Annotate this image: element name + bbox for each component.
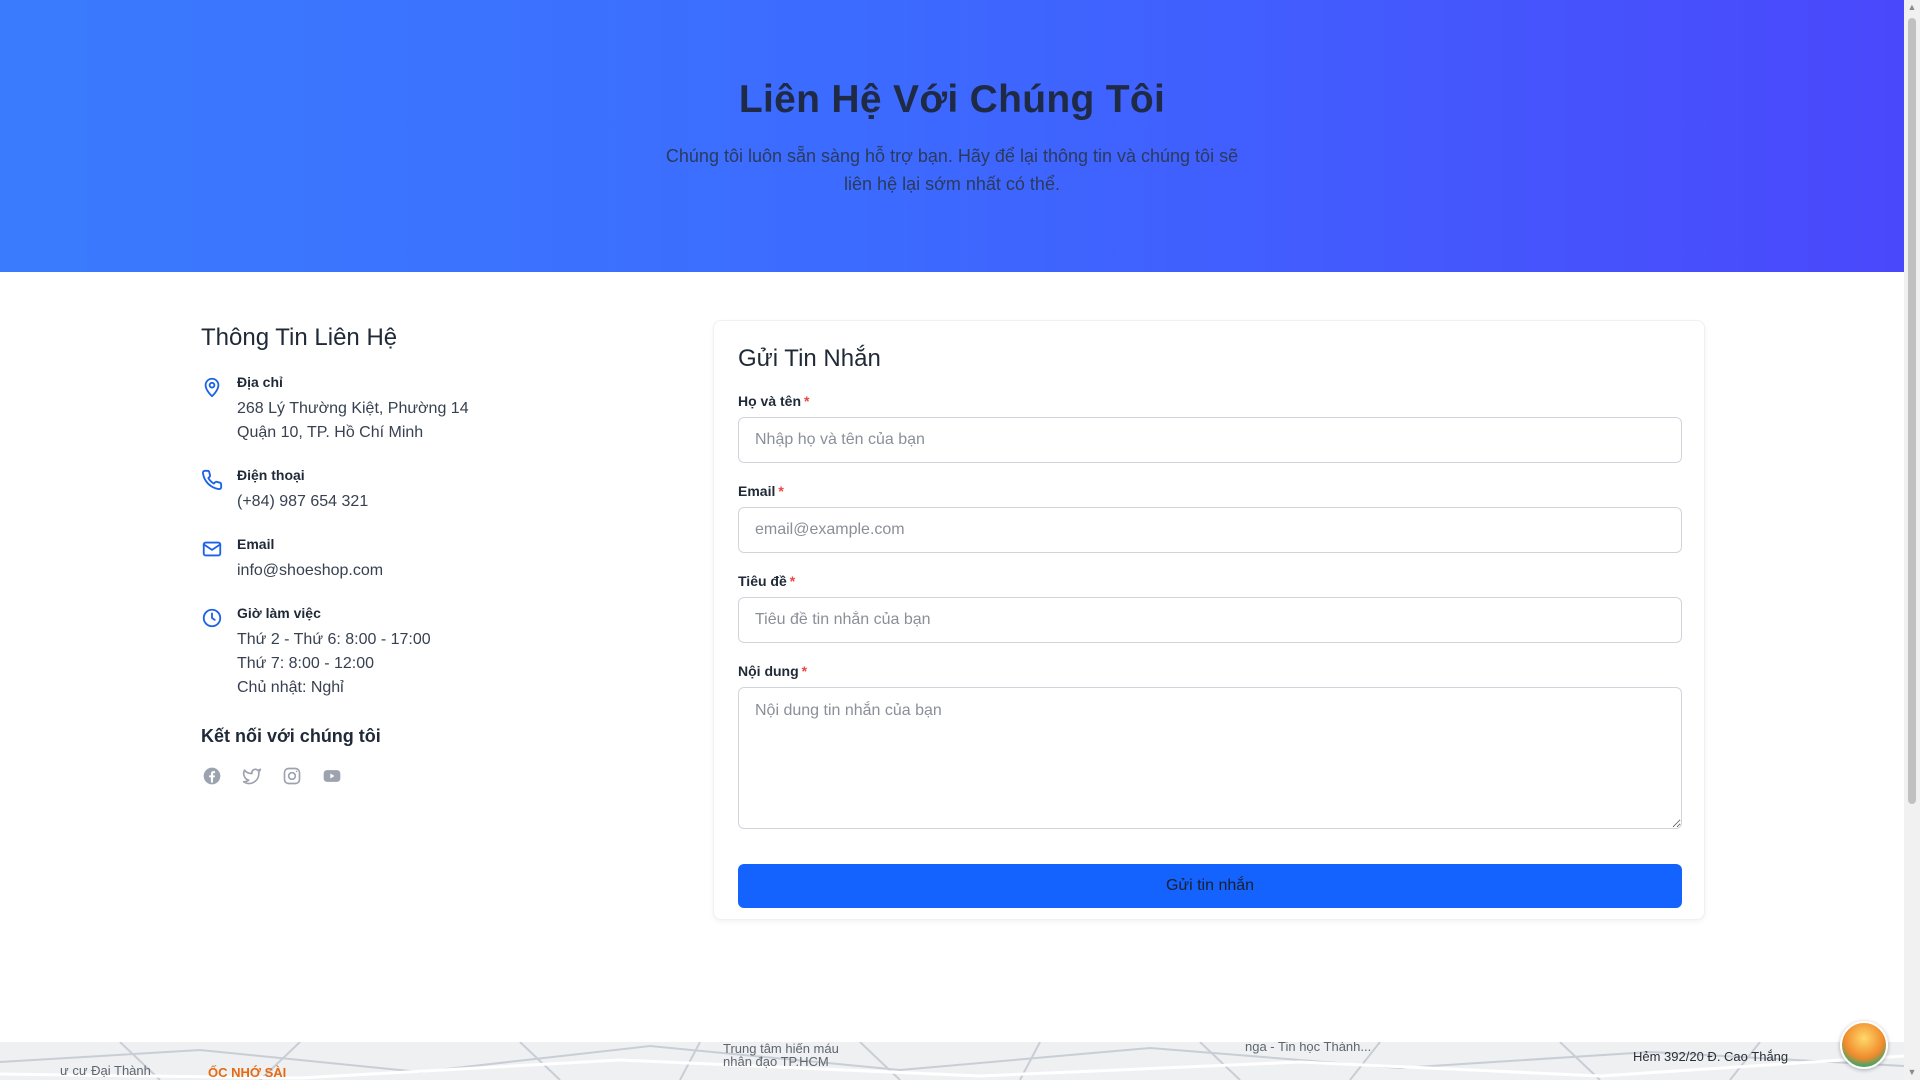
- contact-page: Liên Hệ Với Chúng Tôi Chúng tôi luôn sẵn…: [0, 0, 1904, 1080]
- phone-item: Điện thoại (+84) 987 654 321: [201, 467, 661, 514]
- social-links: [201, 765, 661, 787]
- hours-line-1: Thứ 2 - Thứ 6: 8:00 - 17:00: [237, 631, 431, 648]
- subject-field-label: Tiêu đề *: [738, 573, 1680, 589]
- contact-main: Thông Tin Liên Hệ Địa chỉ 268 Lý Thường …: [0, 272, 1904, 1042]
- hours-line-2: Thứ 7: 8:00 - 12:00: [237, 655, 375, 672]
- required-mark: *: [801, 663, 808, 679]
- email-label-text: Email: [738, 483, 776, 499]
- page-subtitle: Chúng tôi luôn sẵn sàng hỗ trợ bạn. Hãy …: [665, 146, 1239, 194]
- phone-value[interactable]: (+84) 987 654 321: [237, 490, 368, 514]
- map-label: nhân đạo TP.HCM: [723, 1054, 829, 1069]
- message-field-label: Nội dung *: [738, 663, 1680, 679]
- hours-item: Giờ làm việc Thứ 2 - Thứ 6: 8:00 - 17:00…: [201, 605, 661, 700]
- required-mark: *: [778, 483, 784, 499]
- form-heading: Gửi Tin Nhắn: [738, 345, 881, 372]
- phone-label: Điện thoại: [237, 467, 305, 483]
- email-field-label: Email *: [738, 483, 1680, 499]
- subject-label-text: Tiêu đề: [738, 573, 787, 589]
- phone-icon: [201, 469, 223, 491]
- social-heading: Kết nối với chúng tôi: [201, 726, 381, 746]
- contact-form: Gửi Tin Nhắn Họ và tên* Email* Tiêu đề* …: [713, 320, 1705, 920]
- required-mark: *: [804, 393, 810, 409]
- page-scrollbar[interactable]: ▲ ▼: [1904, 0, 1920, 1080]
- message-field-group: Nội dung *: [738, 663, 1682, 834]
- message-label-text: Nội dung: [738, 663, 799, 679]
- email-value[interactable]: info@shoeshop.com: [237, 559, 383, 583]
- map-label: Hẻm 392/20 Đ. Cao Thắng: [1633, 1049, 1789, 1064]
- page-title: Liên Hệ Với Chúng Tôi: [738, 78, 1166, 121]
- message-textarea[interactable]: [738, 687, 1682, 829]
- address-label: Địa chỉ: [237, 374, 283, 390]
- map-label: nga - Tin học Thành...: [1245, 1042, 1372, 1054]
- location-pin-icon: [201, 376, 223, 398]
- subject-input[interactable]: [738, 597, 1682, 643]
- subject-field-group: Tiêu đề *: [738, 573, 1682, 643]
- address-line-2: Quận 10, TP. Hồ Chí Minh: [237, 424, 424, 441]
- send-message-button[interactable]: Gửi tin nhắn: [738, 864, 1682, 908]
- map-label: ư cư Đại Thành: [60, 1063, 151, 1078]
- required-mark: *: [789, 573, 796, 589]
- name-input[interactable]: [738, 417, 1682, 463]
- contact-info-panel: Thông Tin Liên Hệ Địa chỉ 268 Lý Thường …: [201, 324, 661, 787]
- email-field-group: Email *: [738, 483, 1682, 553]
- map-label: ỐC NHỚ SÀI: [208, 1065, 287, 1080]
- name-field-label: Họ và tên *: [738, 393, 1680, 409]
- scroll-thumb[interactable]: [1908, 18, 1916, 804]
- scroll-down-arrow[interactable]: ▼: [1907, 1067, 1917, 1077]
- hero-banner: Liên Hệ Với Chúng Tôi Chúng tôi luôn sẵn…: [0, 0, 1904, 272]
- name-field-group: Họ và tên *: [738, 393, 1682, 463]
- address-line-1: 268 Lý Thường Kiệt, Phường 14: [237, 400, 469, 417]
- twitter-icon[interactable]: [241, 765, 263, 787]
- facebook-icon[interactable]: [201, 765, 223, 787]
- youtube-icon[interactable]: [321, 765, 343, 787]
- contact-info-heading: Thông Tin Liên Hệ: [201, 324, 398, 351]
- chat-widget-button[interactable]: [1840, 1021, 1888, 1069]
- hours-line-3: Chủ nhật: Nghỉ: [237, 679, 344, 696]
- email-input[interactable]: [738, 507, 1682, 553]
- scroll-up-arrow[interactable]: ▲: [1907, 2, 1917, 12]
- name-label-text: Họ và tên: [738, 393, 802, 409]
- clock-icon: [201, 607, 223, 629]
- address-item: Địa chỉ 268 Lý Thường Kiệt, Phường 14 Qu…: [201, 374, 661, 445]
- email-label: Email: [237, 536, 275, 552]
- hours-label: Giờ làm việc: [237, 605, 321, 621]
- email-item: Email info@shoeshop.com: [201, 536, 661, 583]
- map-embed[interactable]: ư cư Đại Thành ỐC NHỚ SÀI Trung tâm hiến…: [0, 1042, 1904, 1080]
- mail-icon: [201, 538, 223, 560]
- instagram-icon[interactable]: [281, 765, 303, 787]
